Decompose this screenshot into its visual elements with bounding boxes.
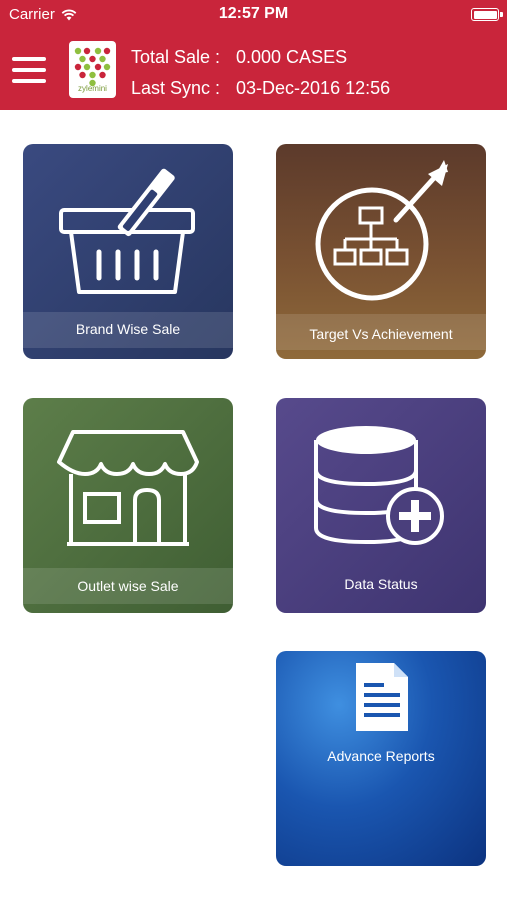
tile-brand-wise-sale[interactable]: Brand Wise Sale xyxy=(23,144,233,359)
status-bar: Carrier 12:57 PM xyxy=(0,0,507,30)
last-sync-value: 03-Dec-2016 12:56 xyxy=(236,78,391,98)
app-header: zylemini Total Sale : 0.000 CASES Last S… xyxy=(0,30,507,110)
tile-outlet-wise-sale[interactable]: Outlet wise Sale xyxy=(23,398,233,613)
tile-target-vs-achievement[interactable]: Target Vs Achievement xyxy=(276,144,486,359)
total-sale-label: Total Sale : xyxy=(131,47,221,67)
battery-icon xyxy=(471,8,503,21)
tile-data-status[interactable]: Data Status xyxy=(276,398,486,613)
app-logo: zylemini xyxy=(69,41,116,98)
total-sale-value: 0.000 CASES xyxy=(236,47,348,67)
tile-label: Target Vs Achievement xyxy=(309,326,453,342)
tile-label: Advance Reports xyxy=(327,748,435,764)
status-time: 12:57 PM xyxy=(218,5,289,22)
tile-label: Brand Wise Sale xyxy=(75,321,181,337)
last-sync-label: Last Sync : xyxy=(131,78,221,98)
tile-label: Outlet wise Sale xyxy=(77,578,179,594)
last-sync-row: Last Sync : 03-Dec-2016 12:56 xyxy=(131,78,390,99)
menu-button[interactable] xyxy=(12,57,46,83)
tile-label: Data Status xyxy=(344,576,418,592)
logo-text: zylemini xyxy=(78,84,107,93)
tile-advance-reports[interactable]: Advance Reports xyxy=(276,651,486,866)
total-sale-row: Total Sale : 0.000 CASES xyxy=(131,47,347,68)
logo-dots-icon xyxy=(74,47,111,87)
